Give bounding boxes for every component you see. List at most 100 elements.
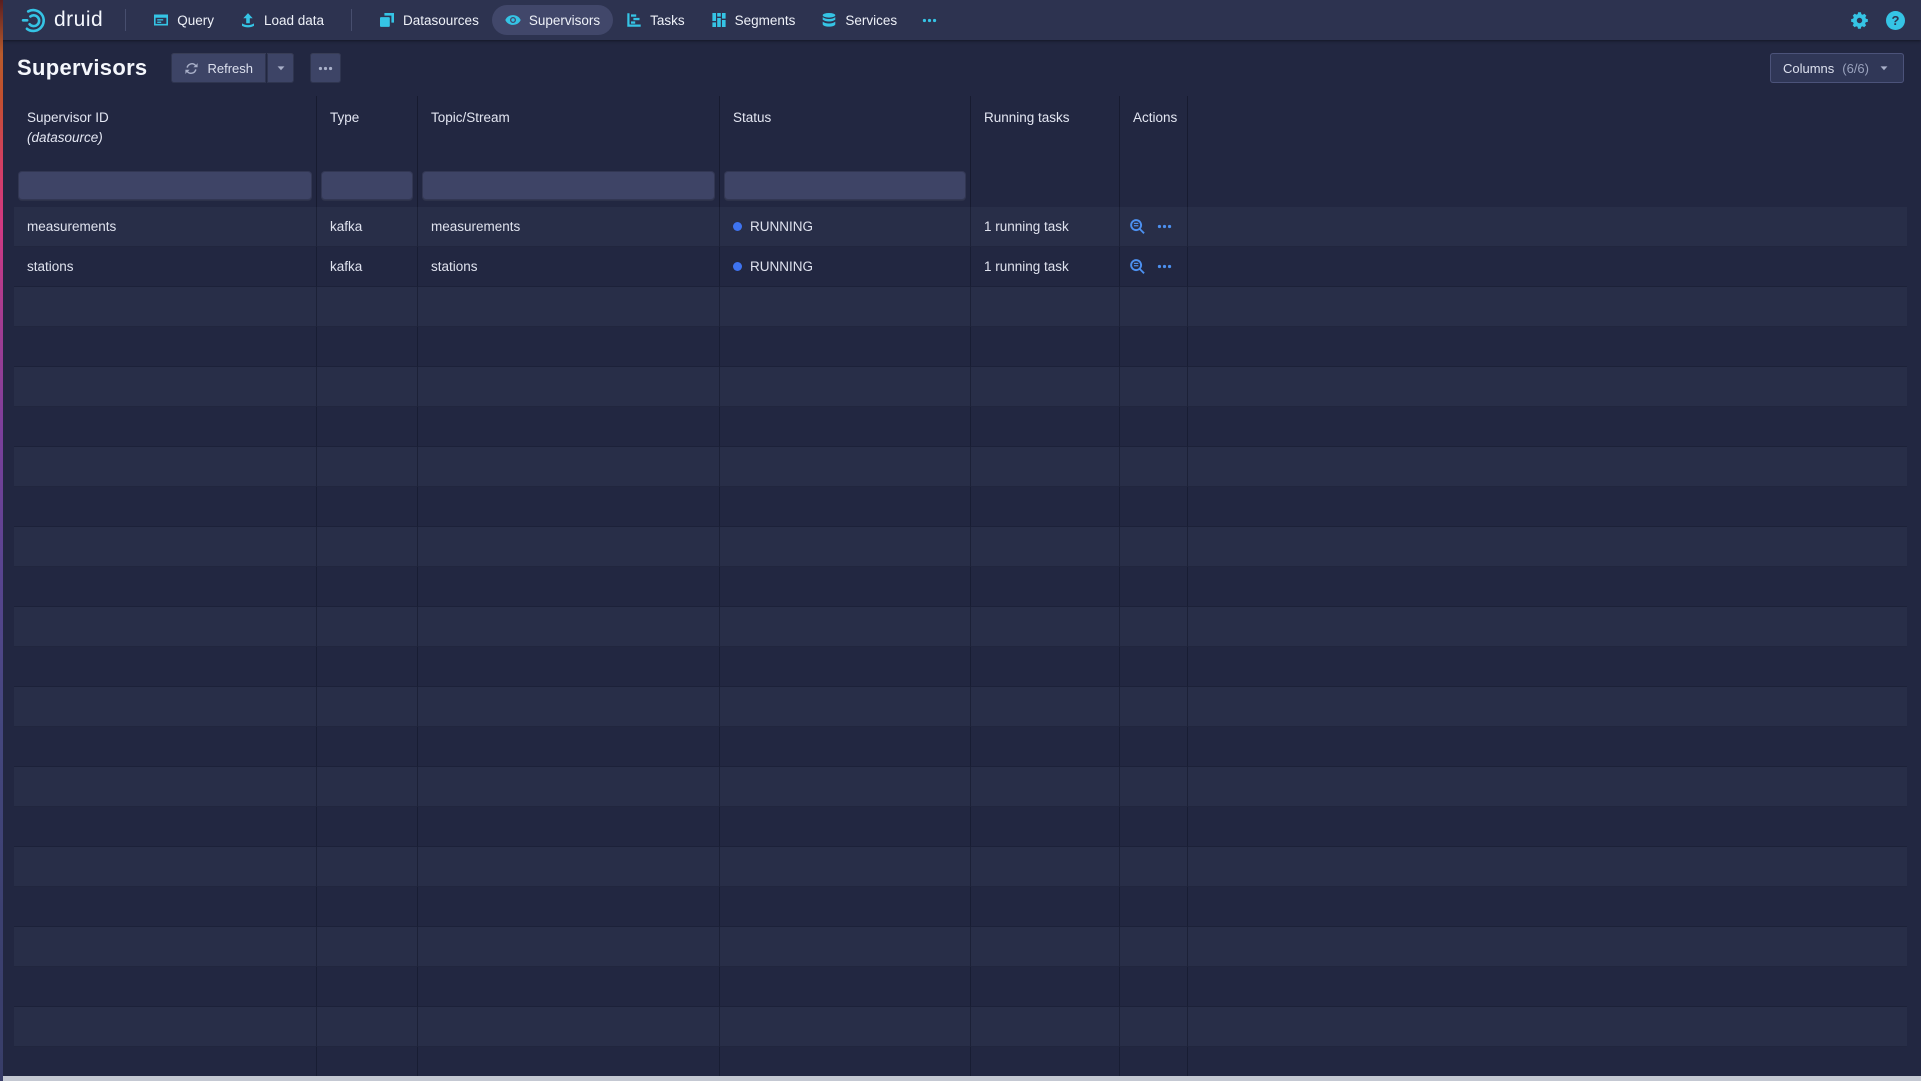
- status-cell: RUNNING: [720, 207, 971, 247]
- filter-cell: [720, 168, 971, 207]
- nav-item-supervisors[interactable]: Supervisors: [492, 5, 613, 35]
- page-title: Supervisors: [17, 55, 147, 81]
- view-more-actions-button[interactable]: [310, 53, 341, 83]
- supervisor-id-cell: stations: [14, 247, 317, 287]
- supervisor-id-filter-input[interactable]: [18, 171, 312, 200]
- nav-item-query[interactable]: Query: [140, 5, 227, 35]
- empty-table-row: [14, 567, 1907, 607]
- refresh-button[interactable]: Refresh: [171, 53, 266, 83]
- column-header-actions[interactable]: Actions: [1120, 96, 1188, 168]
- supervisor-actions-menu-button[interactable]: [1157, 259, 1172, 274]
- inspect-supervisor-button[interactable]: [1129, 218, 1146, 235]
- filter-cell: [1120, 168, 1188, 207]
- status-label: RUNNING: [750, 259, 813, 274]
- empty-table-row: [14, 847, 1907, 887]
- columns-count: (6/6): [1842, 61, 1869, 76]
- view-header: Supervisors Refresh Columns (6/6): [0, 40, 1921, 96]
- nav-item-label: Datasources: [403, 13, 479, 28]
- druid-logo[interactable]: druid: [12, 7, 111, 34]
- application-icon: [153, 12, 169, 28]
- table-header-row: Supervisor ID (datasource) Type Topic/St…: [14, 96, 1907, 168]
- filter-cell: [418, 168, 720, 207]
- top-navbar: druid Query Load data Datasources Superv…: [0, 0, 1921, 40]
- more-icon: [318, 61, 333, 76]
- status-filter-input[interactable]: [724, 171, 966, 200]
- table-row: stations kafka stations RUNNING 1 runnin…: [14, 247, 1907, 287]
- filter-cell: [14, 168, 317, 207]
- search-text-icon: [1129, 218, 1146, 235]
- topic-stream-cell: stations: [418, 247, 720, 287]
- empty-table-row: [14, 607, 1907, 647]
- column-header-label: Supervisor ID: [27, 110, 109, 125]
- empty-table-row: [14, 407, 1907, 447]
- nav-divider: [125, 9, 126, 31]
- nav-item-load-data[interactable]: Load data: [227, 5, 337, 35]
- empty-table-row: [14, 687, 1907, 727]
- druid-wordmark: druid: [54, 9, 103, 30]
- empty-table-row: [14, 447, 1907, 487]
- refresh-label: Refresh: [207, 61, 253, 76]
- empty-table-row: [14, 767, 1907, 807]
- help-button[interactable]: ?: [1886, 11, 1905, 30]
- columns-dropdown-button[interactable]: Columns (6/6): [1770, 53, 1904, 83]
- refresh-interval-dropdown-button[interactable]: [267, 53, 294, 83]
- status-running-dot: [733, 222, 742, 231]
- nav-item-datasources[interactable]: Datasources: [366, 5, 492, 35]
- empty-table-row: [14, 887, 1907, 927]
- supervisor-id-cell: measurements: [14, 207, 317, 247]
- empty-table-row: [14, 1007, 1907, 1047]
- type-cell: kafka: [317, 247, 418, 287]
- nav-item-label: Load data: [264, 13, 324, 28]
- caret-down-icon: [274, 61, 288, 75]
- column-header-topic-stream[interactable]: Topic/Stream: [418, 96, 720, 168]
- empty-table-row: [14, 807, 1907, 847]
- nav-item-label: Query: [177, 13, 214, 28]
- column-header-filler: [1188, 96, 1907, 168]
- supervisor-actions-menu-button[interactable]: [1157, 219, 1172, 234]
- column-header-status[interactable]: Status: [720, 96, 971, 168]
- type-filter-input[interactable]: [321, 171, 413, 200]
- empty-table-row: [14, 367, 1907, 407]
- empty-table-row: [14, 927, 1907, 967]
- gantt-chart-icon: [626, 12, 642, 28]
- question-mark-icon: ?: [1892, 13, 1900, 28]
- actions-cell: [1120, 247, 1188, 287]
- nav-more-button[interactable]: [910, 13, 949, 28]
- supervisors-table: Supervisor ID (datasource) Type Topic/St…: [14, 96, 1907, 1081]
- column-header-type[interactable]: Type: [317, 96, 418, 168]
- empty-table-row: [14, 647, 1907, 687]
- search-text-icon: [1129, 258, 1146, 275]
- empty-table-row: [14, 527, 1907, 567]
- running-tasks-cell: 1 running task: [971, 247, 1120, 287]
- gear-icon: [1850, 11, 1869, 30]
- empty-table-row: [14, 487, 1907, 527]
- running-tasks-cell: 1 running task: [971, 207, 1120, 247]
- column-header-label: Actions: [1133, 110, 1177, 125]
- empty-table-row: [14, 327, 1907, 367]
- multi-select-icon: [379, 12, 395, 28]
- topic-stream-cell: measurements: [418, 207, 720, 247]
- empty-table-row: [14, 727, 1907, 767]
- nav-item-label: Tasks: [650, 13, 685, 28]
- eye-icon: [505, 12, 521, 28]
- caret-down-icon: [1877, 61, 1891, 75]
- column-header-supervisor-id[interactable]: Supervisor ID (datasource): [14, 96, 317, 168]
- inspect-supervisor-button[interactable]: [1129, 258, 1146, 275]
- status-running-dot: [733, 262, 742, 271]
- supervisors-view: Supervisors Refresh Columns (6/6) Superv…: [0, 40, 1921, 1081]
- horizontal-scrollbar[interactable]: [0, 1076, 1921, 1081]
- column-header-label: Running tasks: [984, 110, 1070, 125]
- refresh-icon: [184, 61, 199, 76]
- nav-item-services[interactable]: Services: [808, 5, 910, 35]
- stacked-chart-icon: [711, 12, 727, 28]
- nav-item-segments[interactable]: Segments: [698, 5, 809, 35]
- actions-cell: [1120, 207, 1188, 247]
- table-body: measurements kafka measurements RUNNING …: [14, 207, 1907, 1081]
- settings-button[interactable]: [1850, 11, 1869, 30]
- filter-cell-filler: [1188, 168, 1907, 207]
- screen-edge-gradient: [0, 0, 3, 1081]
- topic-stream-filter-input[interactable]: [422, 171, 715, 200]
- column-header-running-tasks[interactable]: Running tasks: [971, 96, 1120, 168]
- status-cell: RUNNING: [720, 247, 971, 287]
- nav-item-tasks[interactable]: Tasks: [613, 5, 698, 35]
